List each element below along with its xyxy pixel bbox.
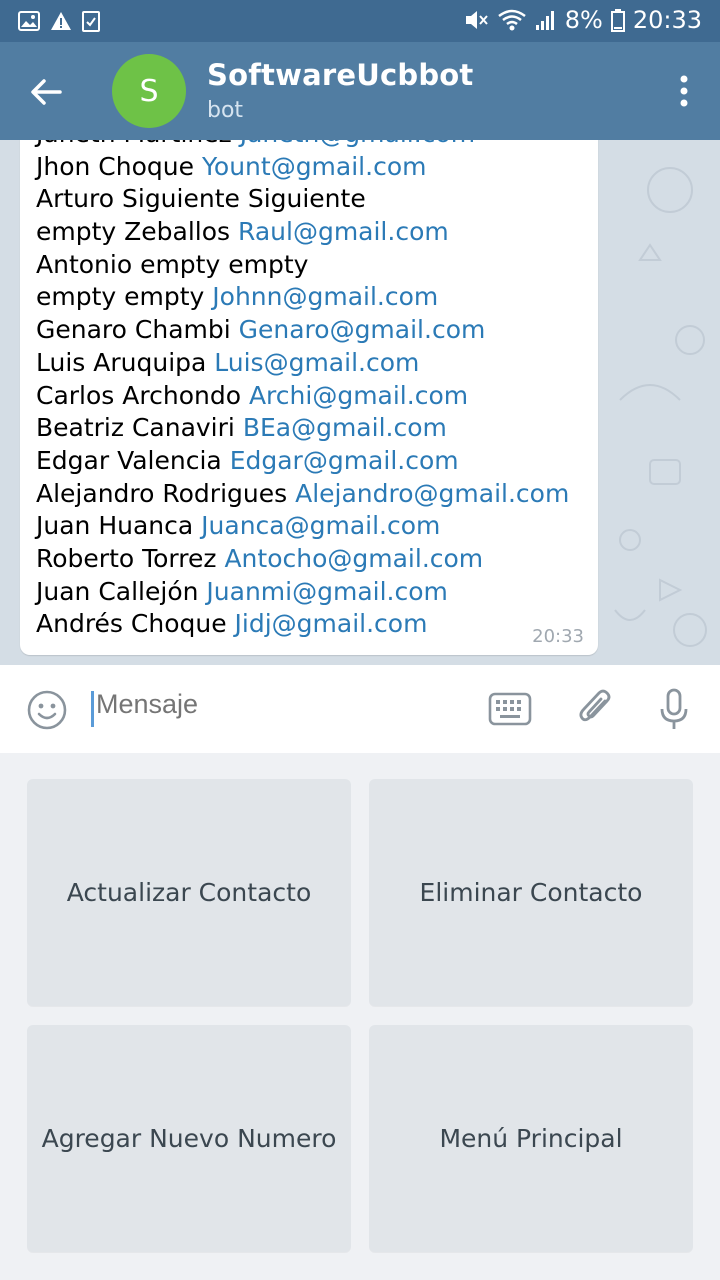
contact-list: Janeth Martinez Janeth@gmail.com Jhon Ch… xyxy=(36,140,569,641)
image-icon xyxy=(18,11,40,31)
contact-email-link[interactable]: Archi@gmail.com xyxy=(249,381,468,410)
chat-title[interactable]: SoftwareUcbbot xyxy=(207,58,473,92)
chat-header: S SoftwareUcbbot bot xyxy=(0,42,720,140)
contact-name: Jhon Choque xyxy=(36,151,202,181)
contact-email-link[interactable]: Yount@gmail.com xyxy=(202,152,427,181)
contact-name: Juan Huanca xyxy=(36,511,202,541)
contact-name: Luis Aruquipa xyxy=(36,347,215,377)
contact-line: Janeth Martinez Janeth@gmail.com xyxy=(36,140,569,151)
message-time: 20:33 xyxy=(532,626,584,647)
contact-name: Andrés Choque xyxy=(36,609,235,639)
contact-line: Antonio empty empty xyxy=(36,249,569,282)
eliminar-contacto-button[interactable]: Eliminar Contacto xyxy=(369,779,693,1006)
contact-email-link[interactable]: BEa@gmail.com xyxy=(243,413,447,442)
contact-email-link[interactable]: Juanca@gmail.com xyxy=(201,511,440,540)
message-input-bar xyxy=(0,665,720,753)
contact-line: empty Zeballos Raul@gmail.com xyxy=(36,216,569,249)
contact-name: Antonio empty empty xyxy=(36,249,309,279)
contact-email-link[interactable]: Luis@gmail.com xyxy=(214,348,419,377)
contact-email-link[interactable]: Antocho@gmail.com xyxy=(224,544,483,573)
attach-icon[interactable] xyxy=(575,687,615,731)
contact-email-link[interactable]: Janeth@gmail.com xyxy=(240,140,475,148)
contact-email-link[interactable]: Jidj@gmail.com xyxy=(235,609,428,638)
message-bubble[interactable]: Janeth Martinez Janeth@gmail.com Jhon Ch… xyxy=(20,140,598,655)
signal-icon xyxy=(535,9,557,31)
contact-name: Janeth Martinez xyxy=(36,140,240,148)
contact-name: Carlos Archondo xyxy=(36,380,249,410)
mute-icon xyxy=(463,8,489,32)
contact-email-link[interactable]: Johnn@gmail.com xyxy=(212,282,438,311)
checklist-icon xyxy=(82,10,100,32)
contact-line: Genaro Chambi Genaro@gmail.com xyxy=(36,314,569,347)
status-bar: 8% 20:33 xyxy=(0,0,720,42)
avatar-letter: S xyxy=(139,73,159,109)
contact-line: Arturo Siguiente Siguiente xyxy=(36,183,569,216)
emoji-icon[interactable] xyxy=(26,689,68,731)
contact-line: empty empty Johnn@gmail.com xyxy=(36,281,569,314)
actualizar-contacto-button[interactable]: Actualizar Contacto xyxy=(27,779,351,1006)
contact-line: Juan Huanca Juanca@gmail.com xyxy=(36,510,569,543)
contact-name: empty empty xyxy=(36,282,213,312)
battery-icon xyxy=(610,8,625,32)
message-input[interactable] xyxy=(96,689,456,720)
contact-name: Arturo Siguiente Siguiente xyxy=(36,184,366,214)
contact-line: Andrés Choque Jidj@gmail.com xyxy=(36,608,569,641)
back-arrow-icon[interactable] xyxy=(26,72,66,112)
clock: 20:33 xyxy=(632,6,702,34)
contact-email-link[interactable]: Genaro@gmail.com xyxy=(239,315,486,344)
chat-area[interactable]: Janeth Martinez Janeth@gmail.com Jhon Ch… xyxy=(0,140,720,665)
contact-line: Beatriz Canaviri BEa@gmail.com xyxy=(36,412,569,445)
mic-icon[interactable] xyxy=(658,687,690,733)
contact-line: Carlos Archondo Archi@gmail.com xyxy=(36,380,569,413)
contact-name: Genaro Chambi xyxy=(36,315,239,345)
avatar[interactable]: S xyxy=(112,54,186,128)
text-cursor xyxy=(91,691,94,727)
contact-name: Juan Callejón xyxy=(36,576,207,606)
chat-subtitle: bot xyxy=(207,98,244,123)
warning-icon xyxy=(50,11,72,31)
battery-percent: 8% xyxy=(564,6,603,34)
contact-email-link[interactable]: Edgar@gmail.com xyxy=(230,446,459,475)
contact-name: Roberto Torrez xyxy=(36,543,225,573)
contact-email-link[interactable]: Alejandro@gmail.com xyxy=(295,479,569,508)
contact-name: Alejandro Rodrigues xyxy=(36,478,296,508)
agregar-nuevo-numero-button[interactable]: Agregar Nuevo Numero xyxy=(27,1025,351,1252)
contact-line: Jhon Choque Yount@gmail.com xyxy=(36,151,569,184)
keyboard-icon[interactable] xyxy=(488,692,532,726)
contact-line: Juan Callejón Juanmi@gmail.com xyxy=(36,576,569,609)
contact-name: Edgar Valencia xyxy=(36,445,230,475)
contact-email-link[interactable]: Raul@gmail.com xyxy=(238,217,449,246)
contact-name: Beatriz Canaviri xyxy=(36,413,243,443)
contact-line: Luis Aruquipa Luis@gmail.com xyxy=(36,347,569,380)
contact-line: Alejandro Rodrigues Alejandro@gmail.com xyxy=(36,478,569,511)
contact-email-link[interactable]: Juanmi@gmail.com xyxy=(206,577,447,606)
menu-principal-button[interactable]: Menú Principal xyxy=(369,1025,693,1252)
more-vert-icon[interactable] xyxy=(678,74,690,108)
bot-reply-keyboard: Actualizar Contacto Eliminar Contacto Ag… xyxy=(0,753,720,1280)
contact-line: Roberto Torrez Antocho@gmail.com xyxy=(36,543,569,576)
contact-name: empty Zeballos xyxy=(36,217,239,247)
contact-line: Edgar Valencia Edgar@gmail.com xyxy=(36,445,569,478)
wifi-icon xyxy=(497,8,527,32)
